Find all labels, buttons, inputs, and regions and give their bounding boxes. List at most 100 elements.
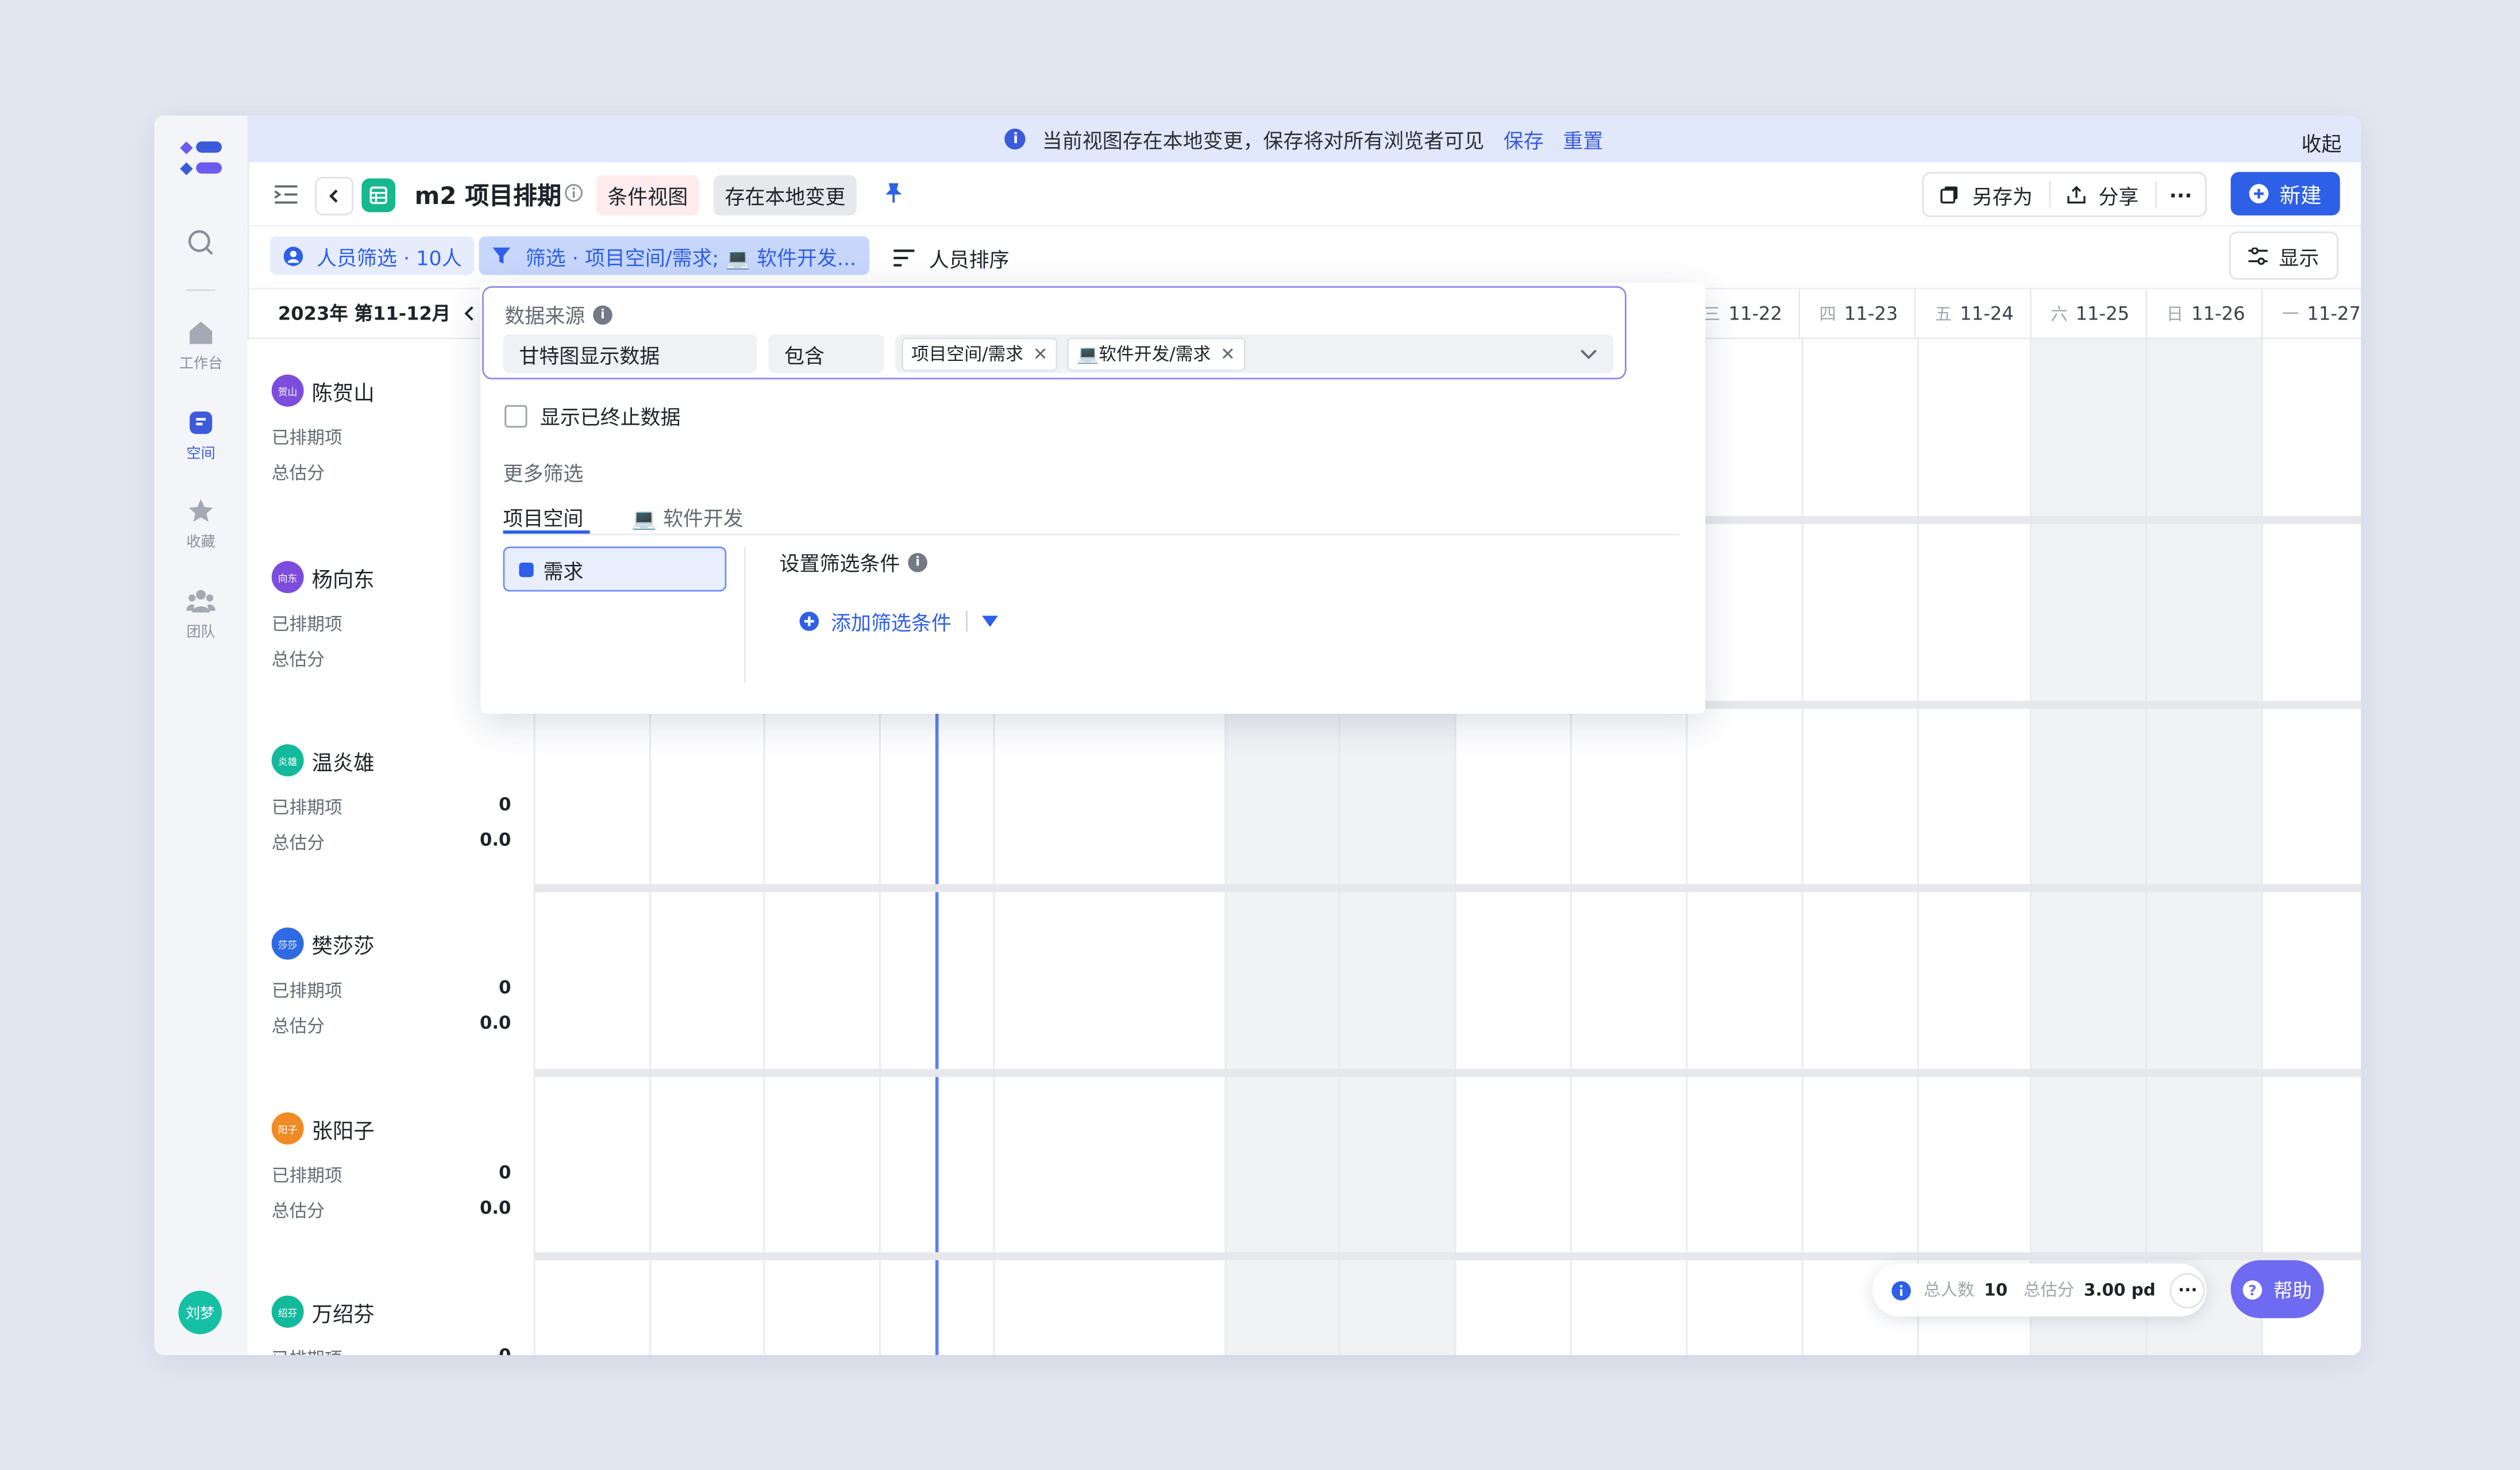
scheduled-label: 已排期项 [271,428,342,449]
person-row[interactable]: 绍芬 万绍芬 已排期项 0 [248,1260,534,1355]
sidebar-item-label: 工作台 [179,356,223,373]
sidebar-item-favorites[interactable]: 收藏 [155,497,248,551]
view-title[interactable]: m2 项目排期 [415,178,561,212]
person-name: 陈贺山 [311,382,375,407]
help-button[interactable]: ? 帮助 [2230,1260,2324,1318]
save-as-button[interactable]: 另存为 [1924,174,2049,216]
weekend-column [2029,339,2148,1356]
scheduled-value: 0 [499,977,511,999]
estimate-label: 总估分 [271,832,325,854]
more-filters-label: 更多筛选 [503,461,584,486]
person-sort-button[interactable]: 人员排序 [893,243,1009,273]
tab-project-space[interactable]: 项目空间 [503,502,584,532]
save-link[interactable]: 保存 [1504,124,1544,154]
estimate-value: 0.0 [479,1197,511,1219]
sidebar-item-label: 团队 [186,625,215,642]
search-icon[interactable] [155,228,248,262]
value-tag: 项目空间/需求 ✕ [901,337,1058,371]
space-icon [190,411,213,434]
condition-view-tag: 条件视图 [596,175,699,216]
person-row[interactable]: 莎莎 樊莎莎 已排期项 0 总估分 0.0 [248,892,534,1069]
tab-software-dev[interactable]: 💻 软件开发 [631,502,743,532]
date-header: 四 11-23 [1798,289,1914,340]
filter-button[interactable]: 筛选 · 项目空间/需求; 💻 软件开发... [479,236,869,275]
question-icon: ? [2243,1279,2263,1299]
user-avatar[interactable]: 刘梦 [178,1291,222,1334]
row-separator [247,1252,2361,1261]
person-icon [283,245,303,265]
display-settings-button[interactable]: 显示 [2229,231,2338,280]
value-multiselect[interactable]: 项目空间/需求 ✕ 💻软件开发/需求 ✕ [895,334,1614,373]
app-logo[interactable] [177,138,225,180]
more-icon[interactable]: ··· [2156,174,2205,216]
estimate-value: 0.0 [479,1013,511,1034]
table-view-icon [361,178,396,213]
close-icon[interactable]: ✕ [1220,343,1235,364]
estimate-label: 总估分 [271,1200,325,1222]
chevron-down-icon[interactable] [1580,349,1598,360]
pin-icon[interactable] [884,182,903,204]
data-source-select[interactable]: 甘特图显示数据 [503,334,757,373]
sidebar-item-workbench[interactable]: 工作台 [155,318,248,373]
condition-title: 设置筛选条件 i [780,547,928,577]
show-terminated-checkbox[interactable]: 显示已终止数据 [504,401,681,431]
estimate-total-label: 总估分 [2024,1281,2075,1300]
new-button[interactable]: 新建 [2230,172,2340,216]
info-icon [1891,1280,1911,1300]
banner-message: 当前视图存在本地变更，保存将对所有浏览者可见 [1042,128,1485,153]
team-icon [186,590,215,613]
operator-select[interactable]: 包含 [768,334,884,373]
value-tag: 💻软件开发/需求 ✕ [1067,337,1245,371]
person-filter-button[interactable]: 人员筛选 · 10人 [269,236,475,275]
view-header: m2 项目排期 条件视图 存在本地变更 另存为 分享 ··· 新建 [247,163,2361,227]
share-icon [2067,186,2085,204]
active-tab-indicator [503,530,590,534]
plus-circle-icon [799,611,819,631]
sidebar-item-label: 空间 [186,447,215,463]
sidebar-item-space[interactable]: 空间 [155,408,248,463]
info-icon[interactable]: i [908,552,928,572]
data-source-filter: 数据来源 i 甘特图显示数据 包含 项目空间/需求 ✕ 💻软件开发/需求 ✕ [482,286,1627,380]
home-icon [190,321,213,344]
info-icon[interactable]: i [593,305,612,324]
filter-toolbar: 人员筛选 · 10人 筛选 · 项目空间/需求; 💻 软件开发... 人员排序 … [248,225,2361,288]
person-row[interactable]: 阳子 张阳子 已排期项 0 总估分 0.0 [248,1077,534,1254]
people-count-value: 10 [1984,1280,2008,1300]
scheduled-label: 已排期项 [271,797,342,818]
person-name: 樊莎莎 [311,935,375,960]
reset-link[interactable]: 重置 [1563,124,1603,154]
svg-text:?: ? [2249,1282,2257,1298]
close-icon[interactable]: ✕ [1033,343,1048,364]
avatar: 向东 [271,561,304,594]
scheduled-value: 0 [499,794,511,815]
copy-icon [1940,186,1958,204]
chevron-left-icon[interactable] [463,305,476,321]
settings-sliders-icon [2248,247,2268,264]
requirement-item[interactable]: 需求 [503,547,727,592]
local-change-banner: i 当前视图存在本地变更，保存将对所有浏览者可见 保存 重置 收起 [247,116,2361,163]
caret-down-icon[interactable] [982,615,999,627]
filter-tabs: 项目空间 💻 软件开发 [503,498,1680,536]
info-outline-icon[interactable] [564,183,584,203]
person-row[interactable]: 炎雄 温炎雄 已排期项 0 总估分 0.0 [248,709,534,886]
date-header: 日 11-26 [2145,289,2261,340]
main-area: i 当前视图存在本地变更，保存将对所有浏览者可见 保存 重置 收起 m2 项目排… [247,116,2361,1356]
collapse-button[interactable]: 收起 [2302,127,2342,157]
row-separator [247,1069,2361,1078]
sidebar: 工作台 空间 收藏 团队 刘梦 [154,116,249,1356]
person-name: 张阳子 [311,1120,375,1145]
person-name: 温炎雄 [311,752,375,777]
more-icon[interactable]: ··· [2170,1272,2206,1308]
date-header: 一 11-27 [2261,289,2361,340]
add-condition-button[interactable]: 添加筛选条件 [799,606,999,637]
panel-divider [744,547,746,683]
estimate-label: 总估分 [271,463,325,484]
sidebar-item-team[interactable]: 团队 [155,587,248,641]
scheduled-value: 0 [499,1162,511,1183]
share-button[interactable]: 分享 [2050,174,2155,216]
back-button[interactable] [315,176,354,216]
view-action-group: 另存为 分享 ··· [1922,172,2207,217]
estimate-value: 0.0 [479,829,511,851]
toggle-sidebar-icon[interactable] [273,183,299,206]
data-source-label: 数据来源 i [504,299,612,329]
